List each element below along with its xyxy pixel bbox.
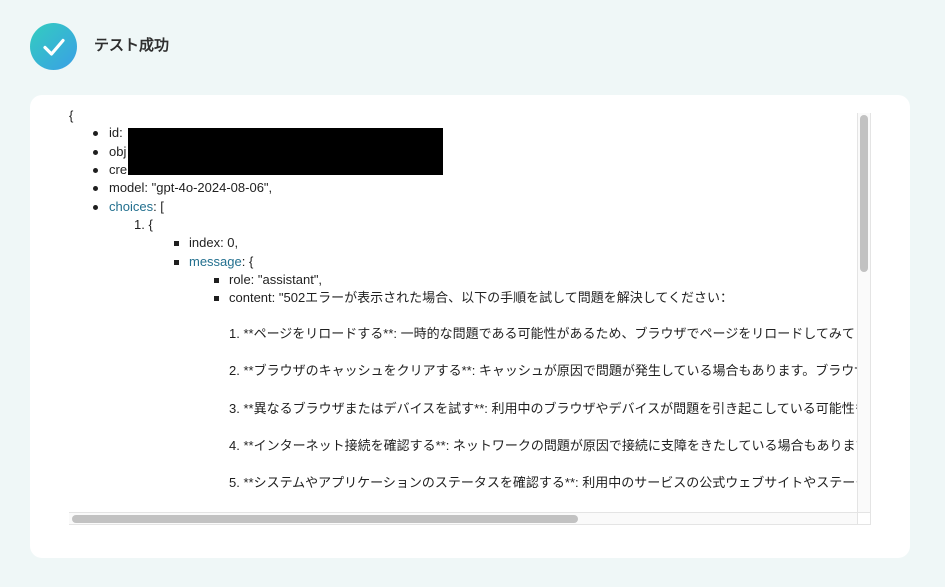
checkmark-icon <box>42 38 65 56</box>
content-step-3: 3. **異なるブラウザまたはデバイスを試す**: 利用中のブラウザやデバイスが… <box>229 401 857 416</box>
content-step-2: 2. **ブラウザのキャッシュをクリアする**: キャッシュが原因で問題が発生し… <box>229 363 857 378</box>
content-step-1: 1. **ページをリロードする**: 一時的な問題である可能性があるため、ブラウ… <box>229 326 857 341</box>
content-step-5: 5. **システムやアプリケーションのステータスを確認する**: 利用中のサービ… <box>229 475 857 490</box>
choice-item-1-open: 1. { <box>134 217 153 232</box>
id-key: id: <box>109 125 123 140</box>
message-key-toggle[interactable]: message <box>189 254 242 269</box>
content-field: content: "502エラーが表示された場合、以下の手順を試して問題を解決し… <box>229 290 734 305</box>
vertical-scrollbar-thumb[interactable] <box>860 115 868 272</box>
scrollbar-corner <box>857 512 871 525</box>
message-field: message: { <box>189 253 253 271</box>
check-circle-icon <box>30 23 77 70</box>
bullet-disc <box>93 186 98 191</box>
bullet-disc <box>93 205 98 210</box>
choices-field: choices: [ <box>109 198 164 216</box>
bullet-disc <box>93 168 98 173</box>
bullet-square <box>214 278 219 283</box>
choices-open: : [ <box>153 199 164 214</box>
bullet-square <box>214 296 219 301</box>
object-key: obj <box>109 144 127 159</box>
message-open: : { <box>241 254 254 269</box>
role-field: role: "assistant", <box>229 272 323 287</box>
index-field: index: 0, <box>189 235 239 250</box>
json-output-viewport[interactable]: { id: obj cre model: "gpt-4o-2024-08-06"… <box>69 104 857 512</box>
bullet-disc <box>93 131 98 136</box>
choices-key-toggle[interactable]: choices <box>109 199 153 214</box>
created-key: cre <box>109 162 128 177</box>
redaction-box <box>128 128 443 175</box>
content-step-4: 4. **インターネット接続を確認する**: ネットワークの問題が原因で接続に支… <box>229 438 857 453</box>
page-title: テスト成功 <box>94 37 170 54</box>
model-field: model: "gpt-4o-2024-08-06", <box>109 180 273 195</box>
bullet-disc <box>93 150 98 155</box>
json-root-open: { <box>69 108 74 123</box>
bullet-square <box>174 260 179 265</box>
horizontal-scrollbar-thumb[interactable] <box>72 515 578 523</box>
bullet-square <box>174 241 179 246</box>
